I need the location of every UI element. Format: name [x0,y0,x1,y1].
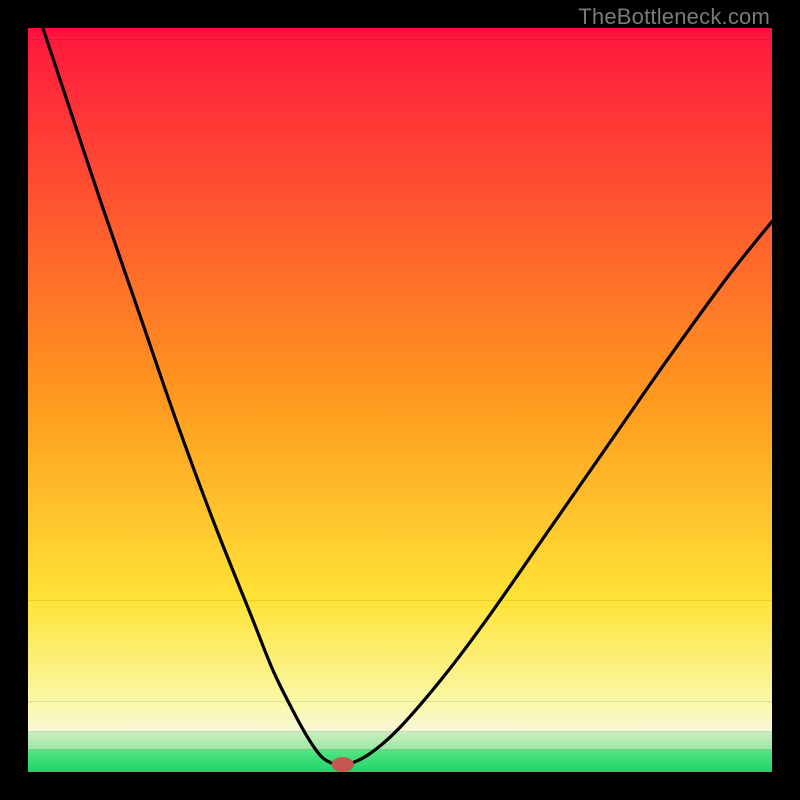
plot-frame [28,28,772,772]
marker-layer [332,757,354,772]
band-green [28,750,772,772]
bottleneck-chart [28,28,772,772]
valley-marker [332,757,354,772]
band-orange-yellow [28,400,772,601]
band-red-orange [28,39,772,400]
background-bands [28,28,772,772]
band-pale-green [28,731,772,750]
band-yellow-pale [28,601,772,701]
watermark-text: TheBottleneck.com [578,4,770,30]
